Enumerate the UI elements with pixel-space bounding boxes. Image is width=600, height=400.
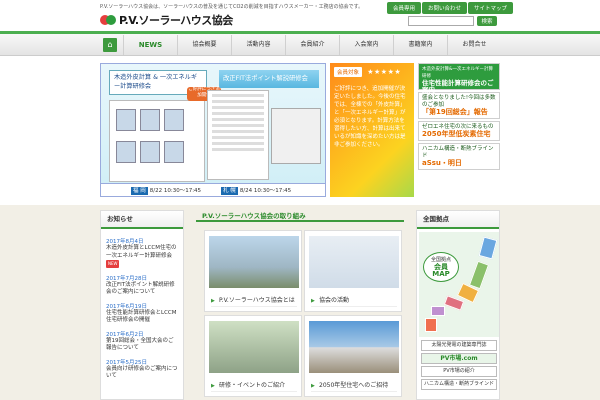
card-events[interactable]: 研修・イベントのご紹介 <box>204 315 302 397</box>
nav-item-members[interactable]: 会員紹介 <box>285 35 339 55</box>
hero-side-text: ご好評につき、追加開催が決定いたしました。今後の住宅では、全棟での「外皮計算」と… <box>334 86 406 148</box>
news-column: お知らせ 2017年8月4日 木造外皮計算とLCCM住宅の一次エネルギー計算研修… <box>100 210 184 400</box>
hero-dates: 福 岡 8/22 10:30〜17:45 札 幌 8/24 10:30〜17:45 <box>101 183 325 196</box>
nav-item-join[interactable]: 入会案内 <box>339 35 393 55</box>
news-item[interactable]: 2017年8月4日 木造外皮計算とLCCM住宅の一次エネルギー計算研修会 NEW <box>106 237 178 269</box>
main-section-title: P.V.ソーラーハウス協会の取り組み <box>196 210 404 222</box>
news-item[interactable]: 2017年6月2日 第19回総会・全国大会のご報告について <box>106 330 178 353</box>
new-badge: NEW <box>106 260 120 268</box>
window-photo <box>109 100 205 182</box>
util-link-sitemap[interactable]: サイトマップ <box>468 2 514 14</box>
global-nav: ⌂ NEWS 協会概要 活動内容 会員紹介 入会案内 書籍案内 お問合せ <box>100 35 501 55</box>
house-photo <box>309 321 399 373</box>
banner-magazine[interactable]: 太陽光発電の建築専門誌 <box>421 340 497 351</box>
rating-stars-icon: ★★★★★ <box>367 68 402 76</box>
banner-pv-intro[interactable]: PV市場の紹介 <box>421 366 497 377</box>
search-input[interactable] <box>408 16 474 26</box>
card-2050-house[interactable]: 2050年型住宅へのご招待 <box>304 315 402 397</box>
hero-main-panel[interactable]: 木造外皮計算 & 一次エネルギー計算研修会 改正FIT法ポイント解説研修会 ご好… <box>100 63 326 197</box>
news-list: 2017年8月4日 木造外皮計算とLCCM住宅の一次エネルギー計算研修会 NEW… <box>101 229 183 384</box>
map-column: 全国拠点 全国拠点 会員 MAP 太陽光発電の建築専門誌 PV市場.com PV… <box>416 210 500 400</box>
search-form: 検索 <box>408 16 497 26</box>
util-link-contact[interactable]: お問い合わせ <box>422 2 468 14</box>
side-banners: 木造外皮計算&一次エネルギー計算研修 住宅性能計算研修会のご案内 盛会となりまし… <box>418 63 500 172</box>
logo-text: P.V.ソーラーハウス協会 <box>119 14 233 27</box>
seminar-photo <box>209 321 299 373</box>
member-map-label: 全国拠点 会員 MAP <box>423 252 459 282</box>
search-button[interactable]: 検索 <box>477 16 497 26</box>
site-tagline: P.V.ソーラーハウス協会は、ソーラーハウスの普及を通じてCO2の削減を目指すハ… <box>100 4 364 10</box>
hero-date-2: 札 幌 8/24 10:30〜17:45 <box>221 187 292 195</box>
logo-mark-icon <box>100 14 116 27</box>
hero-side-panel[interactable]: 会員対象 ★★★★★ ご好評につき、追加開催が決定いたしました。今後の住宅では、… <box>330 63 414 197</box>
banner-general-meeting[interactable]: 盛会となりました!今回は多数のご参加 「第19回総会」報告 <box>418 92 500 119</box>
utility-links: 会員専用 お問い合わせ サイトマップ <box>387 2 514 14</box>
meeting-photo <box>209 236 299 288</box>
japan-map[interactable]: 全国拠点 会員 MAP <box>419 232 499 337</box>
map-title: 全国拠点 <box>417 211 499 229</box>
site-logo[interactable]: P.V.ソーラーハウス協会 <box>100 12 233 28</box>
news-item[interactable]: 2017年7月28日 改正FIT法ポイント解説研修会のご案内について <box>106 274 178 297</box>
news-item[interactable]: 2017年5月25日 会員向け研修会のご案内について <box>106 358 178 381</box>
nav-item-news[interactable]: NEWS <box>123 35 177 55</box>
hero-date-1: 福 岡 8/22 10:30〜17:45 <box>131 187 202 195</box>
banner-assu[interactable]: ハニカム構造・断熱ブラインド aSsu・明日 <box>418 143 500 170</box>
nav-item-books[interactable]: 書籍案内 <box>393 35 447 55</box>
banner-pv-market[interactable]: PV市場.com <box>421 353 497 364</box>
hero-title-2: 改正FIT法ポイント解説研修会 <box>219 70 319 88</box>
magazine-photo <box>309 236 399 288</box>
main-column: P.V.ソーラーハウス協会の取り組み P.V.ソーラーハウス協会とは 協会の活動… <box>196 210 404 400</box>
nav-item-activity[interactable]: 活動内容 <box>231 35 285 55</box>
nav-item-about[interactable]: 協会概要 <box>177 35 231 55</box>
news-item[interactable]: 2017年6月19日 住宅性能計算研修会とLCCM住宅研修会の開催 <box>106 302 178 325</box>
header: P.V.ソーラーハウス協会は、ソーラーハウスの普及を通じてCO2の削減を目指すハ… <box>0 0 600 32</box>
banner-honeycomb[interactable]: ハニカム構造・断熱ブラインド <box>421 379 497 390</box>
device-photo <box>271 108 321 164</box>
util-link-members[interactable]: 会員専用 <box>387 2 422 14</box>
document-photo <box>207 90 269 180</box>
members-only-tag: 会員対象 <box>334 67 363 77</box>
nav-item-contact[interactable]: お問合せ <box>447 35 501 55</box>
home-icon[interactable]: ⌂ <box>103 38 117 52</box>
banner-2050-house[interactable]: ゼロエネ住宅の次に来るもの 2050年型低炭素住宅 <box>418 121 500 141</box>
banner-training[interactable]: 木造外皮計算&一次エネルギー計算研修 住宅性能計算研修会のご案内 <box>418 63 500 94</box>
news-title: お知らせ <box>101 211 183 229</box>
card-about[interactable]: P.V.ソーラーハウス協会とは <box>204 230 302 312</box>
card-activities[interactable]: 協会の活動 <box>304 230 402 312</box>
